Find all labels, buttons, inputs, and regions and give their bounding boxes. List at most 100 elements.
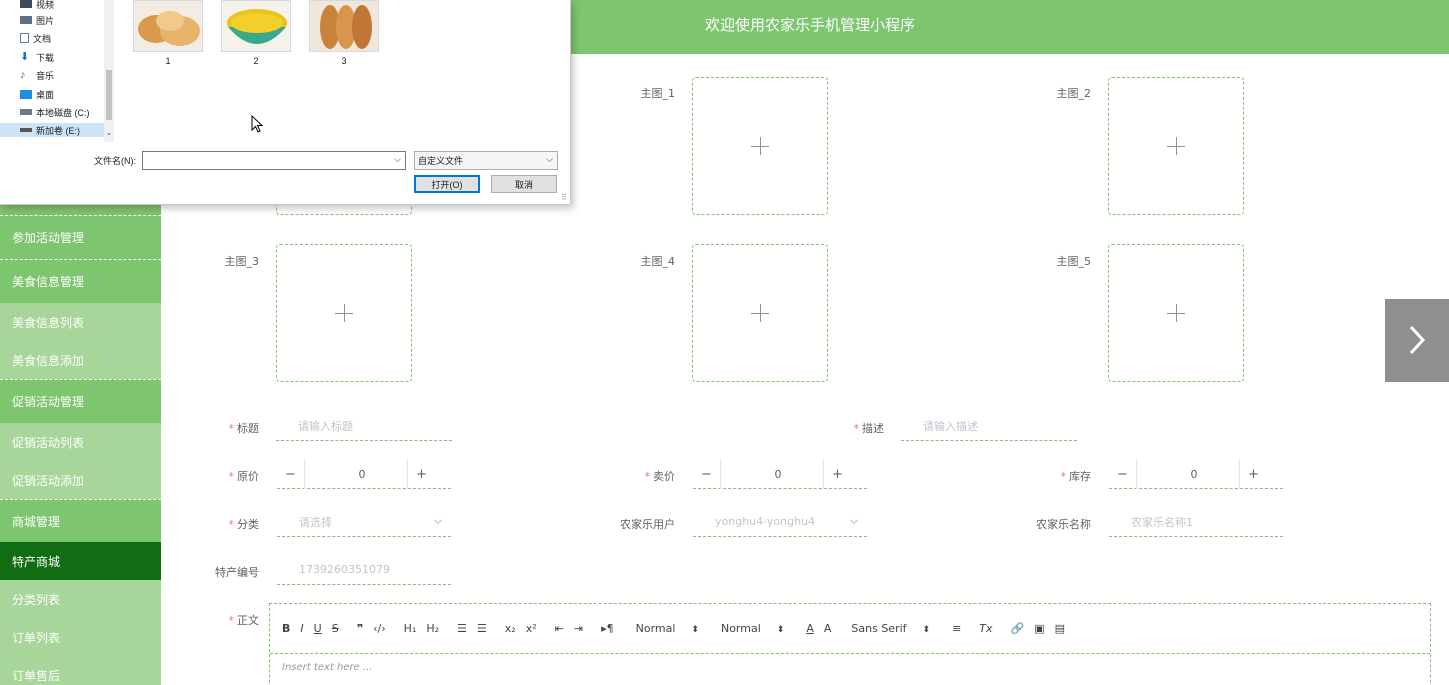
scroll-down-icon[interactable]: ⌄ bbox=[104, 128, 114, 140]
desktop-icon bbox=[20, 89, 32, 99]
code-block-button[interactable]: ‹/› bbox=[373, 622, 386, 635]
file-thumbnail-3[interactable] bbox=[309, 0, 379, 52]
main-image-5-label: 主图_5 bbox=[1056, 255, 1092, 268]
decrease-button[interactable]: − bbox=[1109, 459, 1137, 489]
music-icon: ♪ bbox=[20, 69, 26, 81]
nav-item-local-disk-c[interactable]: 本地磁盘 (C:) bbox=[20, 105, 90, 119]
farm-user-label: 农家乐用户 bbox=[620, 518, 675, 531]
nav-item-volume-e[interactable]: 新加卷 (E:) bbox=[0, 123, 104, 137]
header1-button[interactable]: H₁ bbox=[404, 622, 417, 635]
align-button[interactable]: ≡ bbox=[952, 622, 961, 635]
mouse-cursor-icon bbox=[251, 115, 263, 133]
font-select[interactable]: Sans Serif ⬍ bbox=[851, 622, 930, 635]
nav-item-downloads[interactable]: ⬇ 下载 bbox=[20, 50, 54, 64]
bold-button[interactable]: B bbox=[282, 622, 290, 635]
plus-icon bbox=[751, 137, 769, 155]
stock-stepper: − 0 + bbox=[1109, 459, 1283, 489]
file-open-dialog: 视频 图片 文档 ⬇ 下载 ♪ 音乐 桌面 本地磁盘 (C:) 新加卷 (E:) ⌄… bbox=[0, 0, 571, 205]
main-image-5-upload[interactable] bbox=[1108, 244, 1244, 382]
sidebar-item-promo-manage[interactable]: 促销活动管理 bbox=[0, 379, 161, 423]
superscript-button[interactable]: x² bbox=[526, 622, 537, 635]
select-arrow-icon: ⬍ bbox=[922, 625, 931, 635]
increase-button[interactable]: + bbox=[407, 459, 435, 489]
nav-item-pictures[interactable]: 图片 bbox=[20, 13, 54, 27]
sidebar-item-after-sale[interactable]: 订单售后 bbox=[0, 656, 161, 685]
image-button[interactable]: ▣ bbox=[1034, 622, 1044, 635]
text-color-button[interactable]: A bbox=[806, 622, 814, 635]
filename-input[interactable]: ⌵ bbox=[142, 151, 406, 170]
strike-button[interactable]: S bbox=[332, 622, 339, 635]
chevron-right-icon bbox=[1409, 325, 1426, 355]
nav-item-videos[interactable]: 视频 bbox=[20, 0, 54, 11]
open-button[interactable]: 打开(O) bbox=[414, 175, 480, 193]
plus-icon bbox=[335, 304, 353, 322]
increase-button[interactable]: + bbox=[1239, 459, 1267, 489]
subscript-button[interactable]: x₂ bbox=[505, 622, 516, 635]
product-no-input[interactable]: 1739260351079 bbox=[277, 555, 451, 585]
category-label: * 分类 bbox=[228, 518, 260, 531]
sidebar-item-food-manage[interactable]: 美食信息管理 bbox=[0, 259, 161, 303]
main-image-1-label: 主图_1 bbox=[640, 87, 676, 100]
original-price-value[interactable]: 0 bbox=[305, 459, 419, 489]
header2-button[interactable]: H₂ bbox=[426, 622, 439, 635]
sidebar-item-mall-manage[interactable]: 商城管理 bbox=[0, 499, 161, 542]
video-button[interactable]: ▤ bbox=[1055, 622, 1065, 635]
sidebar-item-promo-add[interactable]: 促销活动添加 bbox=[0, 461, 161, 499]
file-name-1: 1 bbox=[165, 56, 171, 66]
main-image-1-upload[interactable] bbox=[692, 77, 828, 215]
direction-button[interactable]: ▸¶ bbox=[601, 622, 614, 635]
dialog-nav-pane: 视频 图片 文档 ⬇ 下载 ♪ 音乐 桌面 本地磁盘 (C:) 新加卷 (E:) bbox=[0, 0, 114, 142]
main-image-3-upload[interactable] bbox=[276, 244, 412, 382]
background-color-button[interactable]: A bbox=[824, 622, 832, 635]
nav-item-documents[interactable]: 文档 bbox=[20, 31, 51, 45]
bullet-list-button[interactable]: ☰ bbox=[477, 622, 487, 635]
sidebar-item-food-add[interactable]: 美食信息添加 bbox=[0, 341, 161, 379]
sale-price-value[interactable]: 0 bbox=[721, 459, 835, 489]
clean-format-button[interactable]: Tx bbox=[979, 622, 992, 635]
header-select[interactable]: Normal ⬍ bbox=[721, 622, 784, 635]
underline-button[interactable]: U bbox=[314, 622, 322, 635]
stock-value[interactable]: 0 bbox=[1137, 459, 1251, 489]
next-arrow-button[interactable] bbox=[1385, 299, 1449, 382]
chevron-down-icon[interactable]: ⌵ bbox=[394, 154, 401, 165]
main-image-3-label: 主图_3 bbox=[224, 255, 260, 268]
sidebar-item-food-list[interactable]: 美食信息列表 bbox=[0, 303, 161, 341]
cancel-button[interactable]: 取消 bbox=[491, 175, 557, 193]
download-icon: ⬇ bbox=[20, 51, 30, 63]
title-input[interactable]: 请输入标题 bbox=[276, 411, 452, 441]
desc-input[interactable]: 请输入描述 bbox=[901, 411, 1077, 441]
main-image-2-label: 主图_2 bbox=[1056, 87, 1092, 100]
file-thumbnail-2[interactable] bbox=[221, 0, 291, 52]
sidebar-item-order-list[interactable]: 订单列表 bbox=[0, 618, 161, 656]
ordered-list-button[interactable]: ☰ bbox=[457, 622, 467, 635]
sidebar-item-join-activity[interactable]: 参加活动管理 bbox=[0, 215, 161, 259]
nav-item-music[interactable]: ♪ 音乐 bbox=[20, 68, 54, 82]
indent-button[interactable]: ⇥ bbox=[574, 622, 583, 635]
video-folder-icon bbox=[20, 0, 32, 8]
increase-button[interactable]: + bbox=[823, 459, 851, 489]
editor-content[interactable]: Insert text here ... bbox=[282, 662, 372, 673]
link-button[interactable]: 🔗 bbox=[1011, 622, 1025, 635]
file-name-2: 2 bbox=[253, 56, 259, 66]
farm-user-select[interactable]: yonghu4-yonghu4 bbox=[693, 507, 867, 537]
file-thumbnail-1[interactable] bbox=[133, 0, 203, 52]
decrease-button[interactable]: − bbox=[693, 459, 721, 489]
sidebar-item-specialty-mall[interactable]: 特产商城 bbox=[0, 542, 161, 580]
blockquote-button[interactable]: ❞ bbox=[357, 622, 363, 635]
nav-item-desktop[interactable]: 桌面 bbox=[20, 87, 54, 101]
document-icon bbox=[20, 33, 29, 43]
filetype-select[interactable]: 自定义文件 ⌵ bbox=[414, 151, 558, 170]
sidebar-item-promo-list[interactable]: 促销活动列表 bbox=[0, 423, 161, 461]
italic-button[interactable]: I bbox=[300, 622, 303, 635]
sidebar-item-category-list[interactable]: 分类列表 bbox=[0, 580, 161, 618]
resize-grip-icon[interactable]: ⠿ bbox=[561, 193, 567, 202]
farm-name-input[interactable]: 农家乐名称1 bbox=[1109, 507, 1283, 537]
outdent-button[interactable]: ⇤ bbox=[555, 622, 564, 635]
decrease-button[interactable]: − bbox=[277, 459, 305, 489]
plus-icon bbox=[1167, 137, 1185, 155]
main-image-2-upload[interactable] bbox=[1108, 77, 1244, 215]
nav-scrollbar-thumb[interactable] bbox=[106, 70, 112, 120]
main-image-4-upload[interactable] bbox=[692, 244, 828, 382]
category-select[interactable]: 请选择 bbox=[277, 507, 451, 537]
size-select[interactable]: Normal ⬍ bbox=[636, 622, 699, 635]
